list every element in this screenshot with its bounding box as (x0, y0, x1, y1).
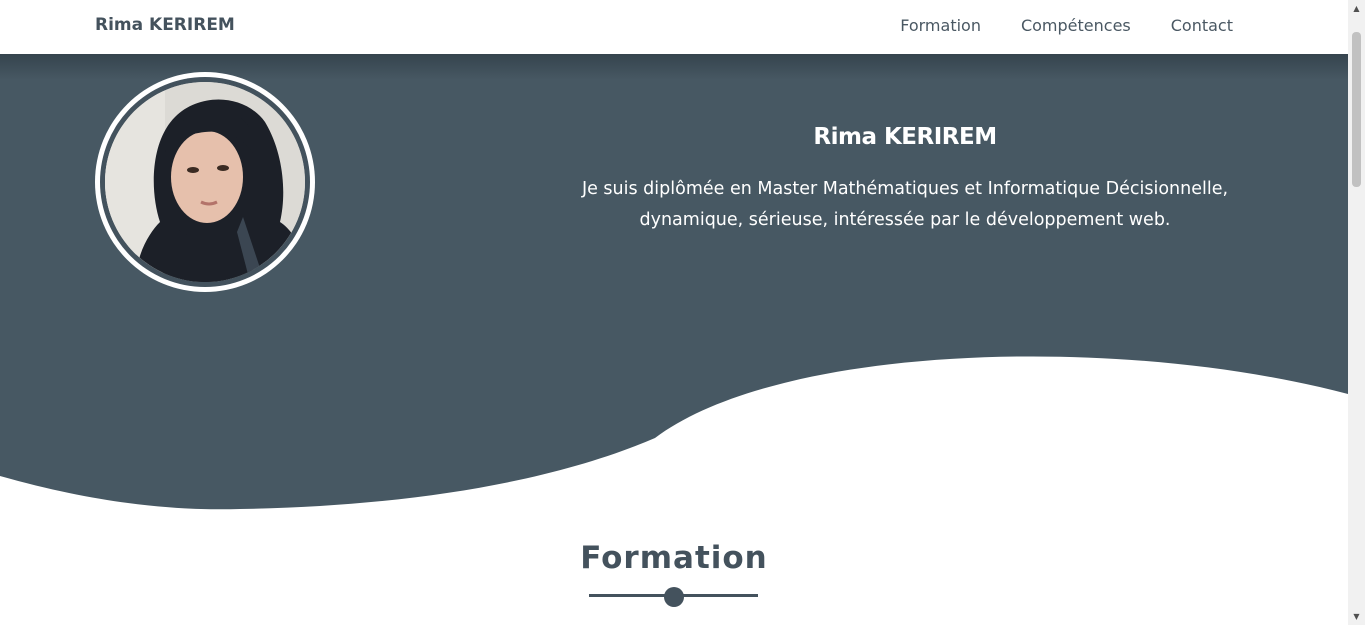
scroll-down-arrow-icon[interactable]: ▼ (1348, 608, 1365, 625)
hero-name: Rima KERIREM (813, 124, 997, 150)
scroll-up-arrow-icon[interactable]: ▲ (1348, 0, 1365, 17)
navbar: Rima KERIREM Formation Compétences Conta… (0, 0, 1348, 54)
hero-text: Rima KERIREM Je suis diplômée en Master … (560, 124, 1250, 236)
avatar-border (100, 77, 310, 287)
avatar (95, 72, 315, 292)
hero-bio-line1: Je suis diplômée en Master Mathématiques… (581, 179, 1229, 199)
title-divider-dot (664, 587, 684, 607)
nav-links: Formation Compétences Contact (900, 16, 1233, 35)
scrollbar[interactable]: ▲ ▼ (1348, 0, 1365, 625)
scrollbar-thumb[interactable] (1352, 32, 1361, 187)
hero-section: Rima KERIREM Je suis diplômée en Master … (0, 54, 1348, 514)
hero-bio: Je suis diplômée en Master Mathématiques… (560, 174, 1250, 236)
nav-link-competences[interactable]: Compétences (1021, 16, 1131, 35)
nav-link-contact[interactable]: Contact (1171, 16, 1233, 35)
brand-link[interactable]: Rima KERIREM (95, 15, 235, 35)
nav-link-formation[interactable]: Formation (900, 16, 981, 35)
profile-photo-image (105, 82, 305, 282)
hero-bio-line2: dynamique, sérieuse, intéressée par le d… (639, 210, 1171, 230)
profile-photo (105, 82, 305, 282)
section-title-formation: Formation (580, 540, 768, 576)
